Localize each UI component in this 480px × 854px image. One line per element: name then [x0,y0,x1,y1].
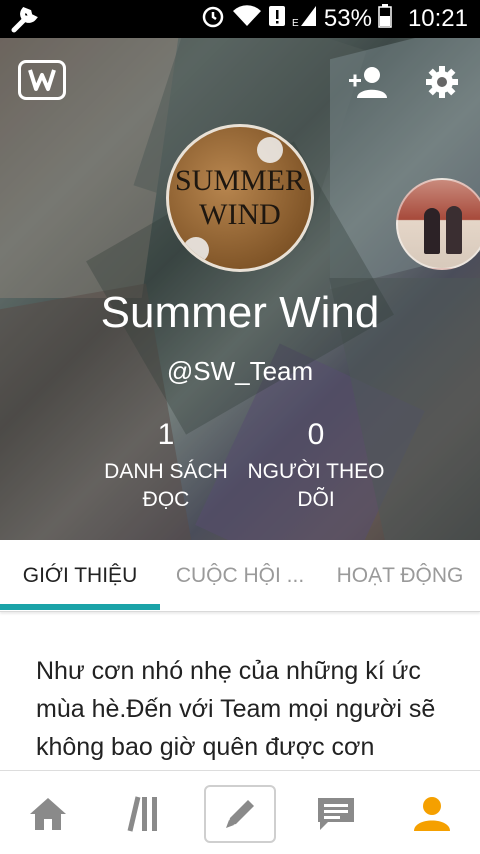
gear-icon[interactable] [420,62,464,102]
alarm-icon [200,3,226,36]
reading-lists-count: 1 [157,418,175,451]
followers-stat[interactable]: 0 NGƯỜI THEO DÕI [244,418,388,514]
clock: 10:21 [407,5,468,32]
tab-conversations[interactable]: CUỘC HỘI ... [160,540,320,612]
followers-label: NGƯỜI THEO DÕI [247,460,385,511]
flower-decoration [183,237,209,263]
flower-decoration [257,137,283,163]
avatar[interactable]: SUMMER WIND [166,124,314,272]
home-icon[interactable] [12,785,84,843]
svg-text:E: E [292,18,299,28]
alert-icon [268,4,286,35]
profile-icon[interactable] [396,785,468,843]
avatar-text-line1: SUMMER [174,164,306,197]
messages-icon[interactable] [300,785,372,843]
photo-person [424,208,440,254]
avatar-text-line2: WIND [199,198,281,231]
profile-name: Summer Wind [100,288,380,337]
photo-person [446,206,462,254]
bottom-nav [0,770,480,854]
wrench-icon [10,4,42,34]
active-tab-indicator [0,604,160,610]
wifi-icon [232,4,262,35]
status-bar: E 53% 10:21 [0,0,480,38]
profile-handle: @SW_Team [166,356,314,386]
reading-lists-label: DANH SÁCH ĐỌC [104,460,228,511]
tab-activity[interactable]: HOẠT ĐỘNG [320,540,480,612]
signal-icon: E [292,4,318,35]
battery-percentage: 53% [323,5,372,32]
about-description: Như cơn nhó nhẹ của những kí ức mùa hè.Đ… [36,657,436,761]
side-photo [396,178,480,270]
battery-icon [378,3,392,35]
write-icon[interactable] [204,785,276,843]
follow-user-icon[interactable] [346,62,390,102]
profile-tabs: GIỚI THIỆU CUỘC HỘI ... HOẠT ĐỘNG [0,540,480,612]
wattpad-logo-icon[interactable] [18,60,66,100]
library-icon[interactable] [108,785,180,843]
followers-count: 0 [307,418,325,451]
tab-about[interactable]: GIỚI THIỆU [0,540,160,612]
reading-lists-stat[interactable]: 1 DANH SÁCH ĐỌC [96,418,236,514]
profile-header: SUMMER WIND Summer Wind @SW_Team 1 DANH … [0,38,480,540]
